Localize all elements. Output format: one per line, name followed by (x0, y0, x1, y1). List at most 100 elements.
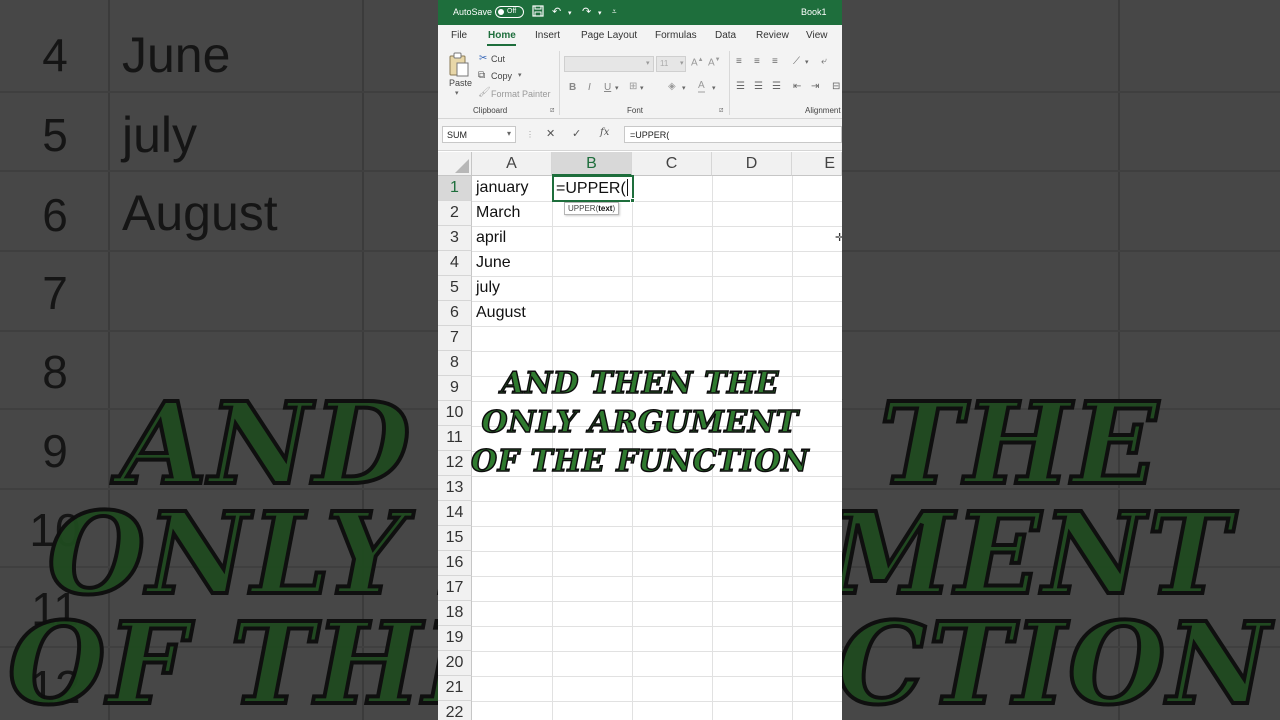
row-header[interactable]: 5 (438, 276, 472, 301)
row-header[interactable]: 15 (438, 526, 472, 551)
grid-line (472, 676, 842, 677)
row-header[interactable]: 4 (438, 251, 472, 276)
row-header[interactable]: 14 (438, 501, 472, 526)
save-icon[interactable] (532, 5, 544, 20)
align-right-icon[interactable]: ☰ (772, 81, 781, 92)
tab-data[interactable]: Data (715, 30, 736, 41)
paste-dropdown-icon[interactable]: ▾ (455, 89, 459, 97)
row-header[interactable]: 20 (438, 651, 472, 676)
cell-a2[interactable]: March (476, 204, 520, 222)
tab-view[interactable]: View (806, 30, 828, 41)
tab-page-layout[interactable]: Page Layout (581, 30, 637, 41)
name-box-dropdown-icon[interactable]: ▾ (507, 129, 511, 138)
align-bottom-icon[interactable]: ≡ (772, 56, 778, 67)
paste-icon[interactable] (448, 52, 470, 78)
name-box[interactable]: SUM ▾ (442, 126, 516, 143)
font-launcher-icon[interactable]: ⧄ (719, 107, 723, 115)
customize-toolbar-icon[interactable]: ⩡ (612, 7, 617, 17)
function-tooltip[interactable]: UPPER(text) (564, 202, 620, 215)
tooltip-argument: text (598, 204, 613, 213)
column-header-e[interactable]: E (792, 152, 842, 176)
cell-a1[interactable]: january (476, 179, 528, 197)
underline-dropdown-icon[interactable]: ▾ (615, 84, 619, 92)
row-header[interactable]: 21 (438, 676, 472, 701)
font-size-dropdown-icon[interactable]: ▾ (680, 59, 684, 67)
format-painter-button[interactable]: Format Painter (491, 89, 551, 99)
tab-home[interactable]: Home (488, 30, 516, 41)
workbook-title: Book1 (801, 7, 827, 17)
decrease-indent-icon[interactable]: ⇤ (793, 81, 801, 92)
column-header-a[interactable]: A (472, 152, 552, 176)
borders-icon[interactable]: ⊞ (629, 81, 637, 92)
row-header[interactable]: 16 (438, 551, 472, 576)
grid-line (472, 601, 842, 602)
column-header-c[interactable]: C (632, 152, 712, 176)
cancel-icon[interactable]: ✕ (546, 127, 555, 140)
underline-button[interactable]: U (604, 82, 611, 93)
font-name-dropdown-icon[interactable]: ▾ (646, 59, 650, 67)
title-bar: AutoSave Off ↶ ▾ ↷ ▾ ⩡ Book1 (438, 0, 842, 25)
redo-dropdown-icon[interactable]: ▾ (598, 9, 602, 17)
column-header-d[interactable]: D (712, 152, 792, 176)
row-header[interactable]: 6 (438, 301, 472, 326)
copy-button[interactable]: Copy (491, 71, 512, 81)
tab-insert[interactable]: Insert (535, 30, 560, 41)
tab-formulas[interactable]: Formulas (655, 30, 697, 41)
row-header[interactable]: 17 (438, 576, 472, 601)
row-header[interactable]: 19 (438, 626, 472, 651)
wrap-text-icon[interactable]: ⤶ (821, 56, 827, 67)
row-header[interactable]: 18 (438, 601, 472, 626)
redo-icon[interactable]: ↷ (582, 5, 591, 18)
enter-icon[interactable]: ✓ (572, 127, 581, 140)
row-header[interactable]: 22 (438, 701, 472, 720)
tab-review[interactable]: Review (756, 30, 789, 41)
row-header[interactable]: 1 (438, 176, 472, 201)
autosave-toggle[interactable]: Off (495, 6, 524, 18)
undo-dropdown-icon[interactable]: ▾ (568, 9, 572, 17)
active-cell-b1[interactable]: =UPPER( (552, 175, 634, 202)
italic-button[interactable]: I (588, 82, 591, 93)
font-name-box[interactable] (564, 56, 654, 72)
align-middle-icon[interactable]: ≡ (754, 56, 760, 67)
orientation-icon[interactable]: ⟋ (793, 56, 800, 67)
column-header-b[interactable]: B (552, 152, 632, 176)
decrease-font-icon[interactable]: A▼ (708, 57, 721, 68)
insert-function-icon[interactable]: fx (600, 127, 609, 138)
align-left-icon[interactable]: ☰ (736, 81, 745, 92)
cell-a5[interactable]: july (476, 279, 500, 297)
copy-dropdown-icon[interactable]: ▾ (518, 71, 522, 79)
grid-line (472, 276, 842, 277)
cell-a4[interactable]: June (476, 254, 511, 272)
cell-a3[interactable]: april (476, 229, 506, 247)
merge-center-icon[interactable]: ⊟ (832, 81, 840, 92)
undo-icon[interactable]: ↶ (552, 5, 561, 18)
fill-handle[interactable] (630, 198, 635, 203)
fill-color-dropdown-icon[interactable]: ▾ (682, 84, 686, 92)
select-all-button[interactable] (438, 152, 472, 176)
font-color-dropdown-icon[interactable]: ▾ (712, 84, 716, 92)
font-color-icon[interactable]: A (698, 80, 705, 93)
active-tab-underline (487, 44, 516, 46)
row-header[interactable]: 3 (438, 226, 472, 251)
bold-button[interactable]: B (569, 82, 576, 93)
formula-bar-grip-icon: ⋮ (526, 130, 534, 139)
clipboard-launcher-icon[interactable]: ⧄ (550, 107, 554, 115)
row-header[interactable]: 2 (438, 201, 472, 226)
tab-file[interactable]: File (451, 30, 467, 41)
increase-font-icon[interactable]: A▲ (691, 57, 704, 68)
increase-indent-icon[interactable]: ⇥ (811, 81, 819, 92)
formula-input[interactable]: =UPPER( (624, 126, 842, 143)
format-painter-icon: 🖌 (478, 87, 491, 98)
paste-button[interactable]: Paste (449, 78, 472, 88)
grid-line (472, 501, 842, 502)
orientation-dropdown-icon[interactable]: ▾ (805, 58, 809, 66)
group-separator (729, 51, 730, 115)
bg-row-number: 4 (42, 29, 68, 81)
cut-button[interactable]: Cut (491, 54, 505, 64)
row-header[interactable]: 7 (438, 326, 472, 351)
align-top-icon[interactable]: ≡ (736, 56, 742, 67)
cell-a6[interactable]: August (476, 304, 526, 322)
align-center-icon[interactable]: ☰ (754, 81, 763, 92)
fill-color-icon[interactable]: ◈ (668, 81, 676, 92)
borders-dropdown-icon[interactable]: ▾ (640, 84, 644, 92)
